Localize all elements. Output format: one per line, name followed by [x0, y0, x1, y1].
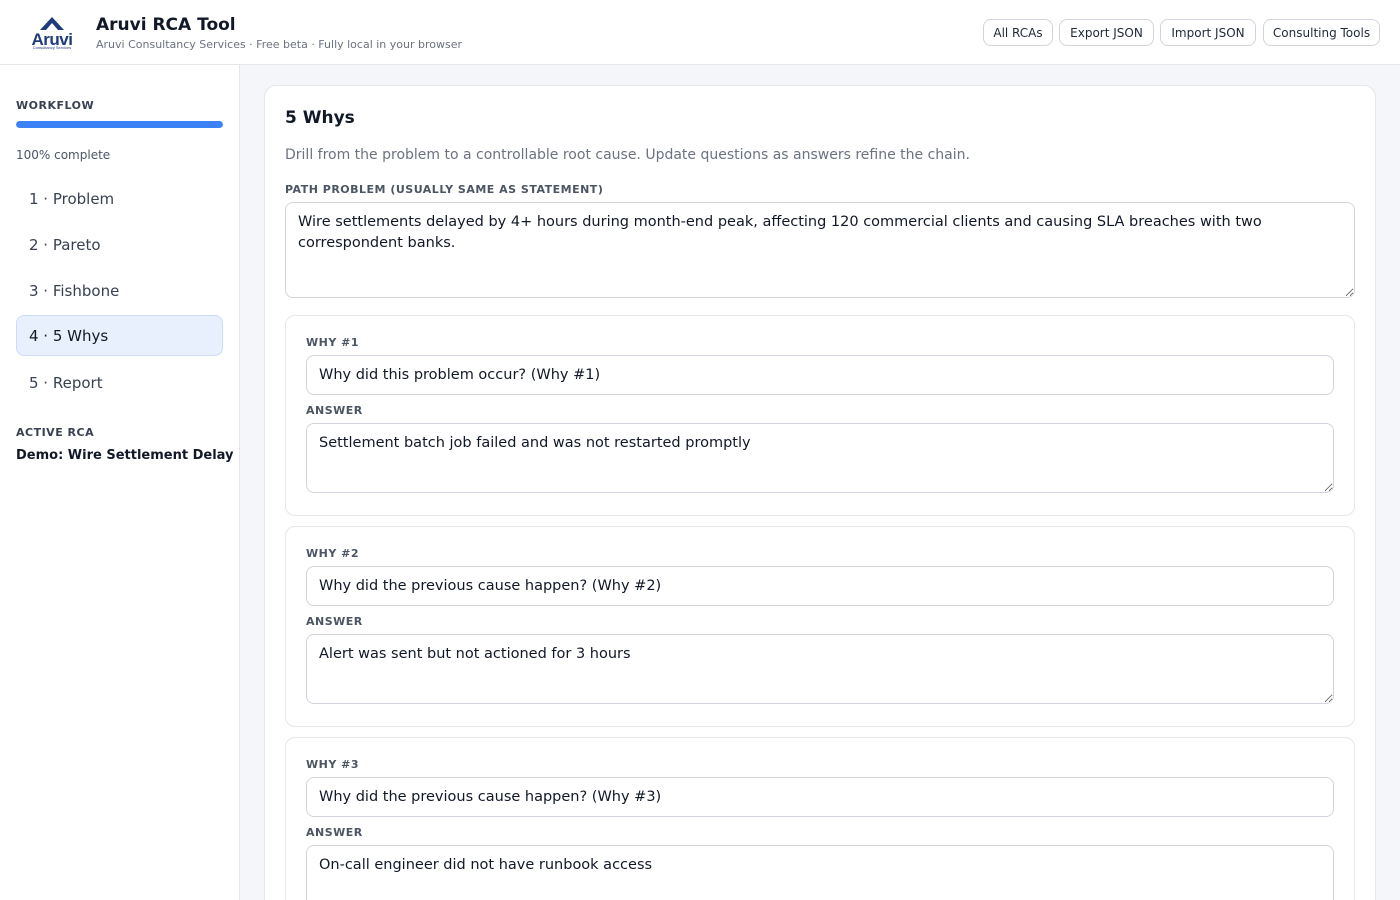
why-1-question-input[interactable] — [306, 355, 1334, 395]
page-description: Drill from the problem to a controllable… — [285, 147, 970, 163]
why-1-answer-textarea[interactable]: Settlement batch job failed and was not … — [306, 423, 1334, 493]
nav-item-label: 1 · Problem — [29, 189, 115, 208]
why-1-answer-label: ANSWER — [306, 404, 363, 417]
nav-item-report[interactable]: 5 · Report — [16, 362, 223, 403]
path-problem-label: PATH PROBLEM (USUALLY SAME AS STATEMENT) — [285, 183, 604, 196]
app-header: Aruvi Consultancy Services Aruvi RCA Too… — [0, 0, 1400, 65]
why-3-label: WHY #3 — [306, 758, 360, 771]
sidebar: WORKFLOW 100% complete 1 · Problem 2 · P… — [0, 65, 240, 900]
export-json-button[interactable]: Export JSON — [1059, 19, 1154, 46]
why-3-box: WHY #3 ANSWER On-call engineer did not h… — [285, 737, 1355, 900]
path-problem-textarea[interactable]: Wire settlements delayed by 4+ hours dur… — [285, 202, 1355, 298]
why-3-question-input[interactable] — [306, 777, 1334, 817]
why-2-answer-label: ANSWER — [306, 615, 363, 628]
page-title: 5 Whys — [285, 108, 355, 128]
five-whys-card: 5 Whys Drill from the problem to a contr… — [264, 85, 1376, 900]
progress-text: 100% complete — [16, 148, 111, 162]
why-2-answer-textarea[interactable]: Alert was sent but not actioned for 3 ho… — [306, 634, 1334, 704]
why-1-box: WHY #1 ANSWER Settlement batch job faile… — [285, 315, 1355, 516]
nav-item-label: 3 · Fishbone — [29, 281, 120, 300]
app-subtitle: Aruvi Consultancy Services · Free beta ·… — [96, 38, 463, 51]
nav-item-fishbone[interactable]: 3 · Fishbone — [16, 270, 223, 311]
aruvi-logo[interactable]: Aruvi Consultancy Services — [26, 14, 78, 50]
nav-item-problem[interactable]: 1 · Problem — [16, 178, 223, 219]
nav-item-pareto[interactable]: 2 · Pareto — [16, 224, 223, 265]
nav-item-label: 2 · Pareto — [29, 235, 101, 254]
consulting-tools-button[interactable]: Consulting Tools — [1263, 19, 1380, 46]
why-2-box: WHY #2 ANSWER Alert was sent but not act… — [285, 526, 1355, 727]
why-1-label: WHY #1 — [306, 336, 360, 349]
why-2-question-input[interactable] — [306, 566, 1334, 606]
nav-item-5-whys[interactable]: 4 · 5 Whys — [16, 315, 223, 356]
workflow-heading: WORKFLOW — [16, 99, 95, 112]
why-2-label: WHY #2 — [306, 547, 360, 560]
active-rca-name: Demo: Wire Settlement Delay — [16, 448, 234, 463]
nav-item-label: 5 · Report — [29, 373, 103, 392]
logo-subtext: Consultancy Services — [32, 45, 72, 50]
app-title: Aruvi RCA Tool — [96, 15, 236, 35]
workflow-progress-bar — [16, 121, 223, 128]
all-rcas-button[interactable]: All RCAs — [983, 19, 1053, 46]
why-3-answer-label: ANSWER — [306, 826, 363, 839]
why-3-answer-textarea[interactable]: On-call engineer did not have runbook ac… — [306, 845, 1334, 900]
nav-item-label: 4 · 5 Whys — [29, 326, 109, 345]
import-json-button[interactable]: Import JSON — [1160, 19, 1256, 46]
workflow-progress-fill — [16, 121, 223, 128]
active-rca-heading: ACTIVE RCA — [16, 426, 95, 439]
